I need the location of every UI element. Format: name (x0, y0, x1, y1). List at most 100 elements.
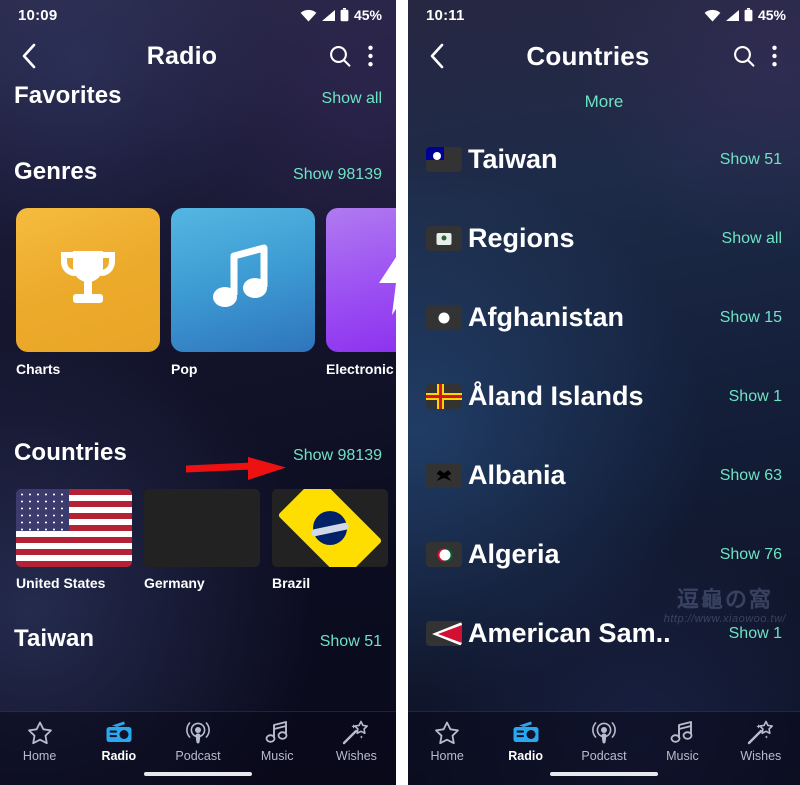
podcast-icon (186, 722, 210, 744)
page-title: Countries (526, 40, 650, 71)
nav-item-home[interactable]: Home (0, 720, 79, 763)
kebab-menu-icon (367, 45, 373, 67)
genre-art (326, 208, 396, 352)
list-item[interactable]: Taiwan Show 51 (408, 120, 800, 199)
nav-item-wishes[interactable]: Wishes (722, 720, 800, 763)
star-icon (27, 721, 52, 745)
list-item[interactable]: American Sam.. Show 1 (408, 594, 800, 673)
genre-tile-pop[interactable]: Pop (171, 208, 315, 377)
flag-ax-icon (426, 384, 462, 409)
country-list[interactable]: Taiwan Show 51 Regions Show all Afghanis… (408, 118, 800, 673)
station-count-link[interactable]: Show all (712, 230, 782, 248)
status-icons: 45% (704, 7, 786, 23)
country-name: American Sam.. (468, 618, 671, 648)
overflow-menu-button[interactable] (358, 45, 382, 67)
section-title: Countries (14, 439, 127, 466)
nav-item-music[interactable]: Music (643, 720, 721, 763)
scroll-content[interactable]: More Taiwan Show 51 Regions Show all Afg… (408, 82, 800, 711)
overflow-menu-button[interactable] (762, 45, 786, 67)
country-name: Regions (468, 223, 575, 253)
section-show-link[interactable]: Show all (322, 90, 382, 108)
nav-item-music[interactable]: Music (238, 720, 317, 763)
genre-label: Pop (171, 361, 198, 377)
panel-divider (396, 0, 408, 785)
station-count-link[interactable]: Show 76 (710, 546, 782, 564)
nav-label: Music (666, 749, 699, 763)
country-name: Taiwan (468, 144, 558, 174)
cellular-signal-icon (321, 9, 335, 21)
country-card-brazil[interactable]: Brazil (272, 489, 388, 591)
flag-de-icon (144, 489, 260, 567)
screenshot-root: 10:09 45% Radio Favorites Show all Genre… (0, 0, 800, 785)
section-title: Genres (14, 158, 98, 185)
search-icon (330, 46, 351, 67)
section-show-link[interactable]: Show 51 (320, 633, 382, 651)
section-show-link[interactable]: Show 98139 (293, 447, 382, 465)
country-name: Algeria (468, 539, 560, 569)
status-clock: 10:09 (18, 6, 58, 24)
station-count-link[interactable]: Show 15 (710, 309, 782, 327)
section-title: Taiwan (14, 625, 95, 652)
list-item[interactable]: Albania Show 63 (408, 436, 800, 515)
search-button[interactable] (726, 44, 762, 68)
list-item[interactable]: Regions Show all (408, 199, 800, 278)
nav-item-podcast[interactable]: Podcast (158, 720, 237, 763)
page-title: Radio (146, 41, 218, 70)
nav-item-radio[interactable]: Radio (79, 720, 158, 763)
more-row[interactable]: More (408, 82, 800, 118)
section-title: Favorites (14, 82, 122, 109)
country-card-germany[interactable]: Germany (144, 489, 260, 591)
station-count-link[interactable]: Show 63 (710, 467, 782, 485)
magic-wand-icon (343, 720, 369, 745)
flag-af-icon (426, 305, 462, 330)
nav-label: Podcast (581, 749, 627, 763)
back-arrow-icon (430, 43, 444, 69)
star-icon (435, 721, 460, 745)
country-label: United States (16, 575, 106, 591)
genre-tile-electronic[interactable]: Electronic (326, 208, 396, 377)
battery-percent: 45% (353, 7, 382, 23)
search-icon (734, 46, 755, 67)
genre-tile-row[interactable]: Charts Pop Electronic (0, 204, 396, 377)
kebab-menu-icon (771, 45, 777, 67)
station-count-link[interactable]: Show 51 (710, 151, 782, 169)
nav-label: Home (22, 749, 57, 763)
music-notes-icon (265, 721, 288, 743)
country-flag-row[interactable]: United States Germany Brazil (0, 485, 396, 591)
cellular-signal-icon (725, 9, 739, 21)
country-label: Brazil (272, 575, 311, 591)
country-name: Åland Islands (468, 381, 644, 411)
list-item[interactable]: Åland Islands Show 1 (408, 357, 800, 436)
list-item[interactable]: Algeria Show 76 (408, 515, 800, 594)
list-item[interactable]: Afghanistan Show 15 (408, 278, 800, 357)
nav-label: Wishes (335, 749, 377, 763)
station-count-link[interactable]: Show 1 (719, 388, 782, 406)
genre-label: Electronic (326, 361, 394, 377)
section-show-link[interactable]: Show 98139 (293, 166, 382, 184)
back-button[interactable] (12, 43, 46, 69)
nav-label: Radio (101, 749, 137, 763)
more-link[interactable]: More (585, 92, 624, 111)
scroll-content[interactable]: Favorites Show all Genres Show 98139 Cha… (0, 82, 396, 711)
back-button[interactable] (420, 43, 454, 69)
music-note-icon (213, 244, 268, 307)
flag-br-icon (272, 489, 388, 567)
phone-screen-countries: 10:11 45% Countries More Taiwan Show 51 … (408, 0, 800, 785)
country-card-united-states[interactable]: United States (16, 489, 132, 591)
station-count-link[interactable]: Show 1 (719, 625, 782, 643)
back-arrow-icon (22, 43, 36, 69)
radio-icon (513, 721, 539, 742)
nav-item-wishes[interactable]: Wishes (317, 720, 396, 763)
nav-label: Radio (508, 749, 543, 763)
country-name: Albania (468, 460, 566, 490)
genre-art (171, 208, 315, 352)
country-name: Afghanistan (468, 302, 625, 332)
genre-tile-charts[interactable]: Charts (16, 208, 160, 377)
trophy-icon (61, 251, 115, 303)
nav-item-podcast[interactable]: Podcast (565, 720, 643, 763)
search-button[interactable] (322, 44, 358, 68)
battery-icon (340, 8, 349, 22)
nav-item-radio[interactable]: Radio (486, 720, 564, 763)
radio-icon (106, 721, 132, 742)
nav-item-home[interactable]: Home (408, 720, 486, 763)
